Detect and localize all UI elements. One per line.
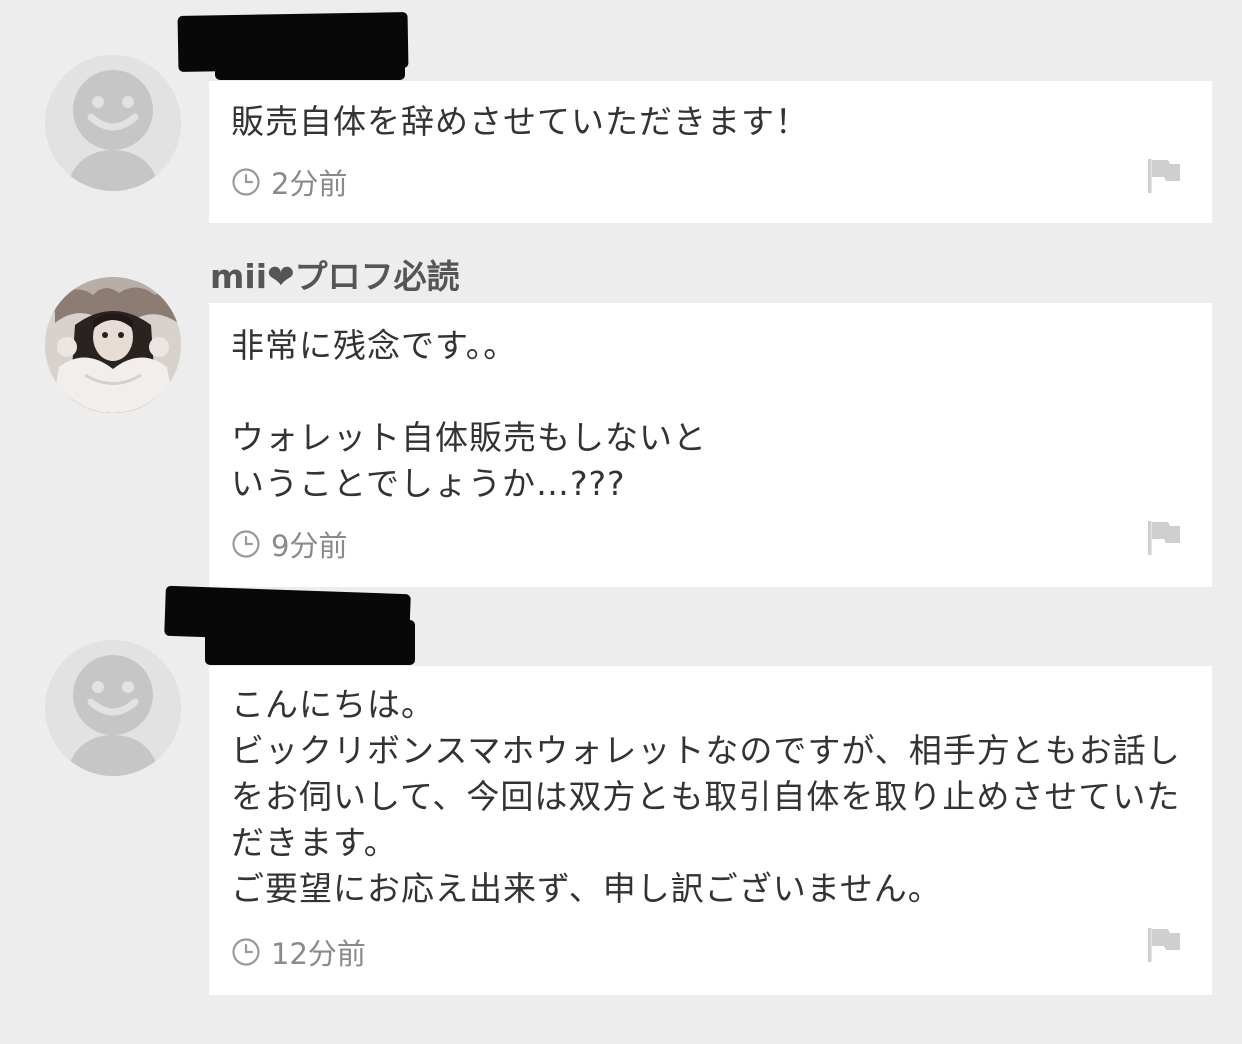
comment-bubble: 販売自体を辞めさせていただきます！ 2分前 (209, 81, 1212, 223)
comment-bubble: 非常に残念です。。 ウォレット自体販売もしないと いうことでしょうか…??? 9… (209, 303, 1212, 587)
comment-item: mii❤︎プロフ必読 非常に残念です。。 ウォレット自体販売もしないと いうこと… (0, 230, 1242, 590)
comment-item: こんにちは。 ビックリボンスマホウォレットなのですが、相手方ともお話しをお伺いし… (0, 585, 1242, 1044)
flag-icon[interactable] (1146, 157, 1182, 195)
flag-icon[interactable] (1146, 519, 1182, 557)
comment-text: 非常に残念です。。 ウォレット自体販売もしないと いうことでしょうか…??? (231, 326, 707, 503)
redacted-username-overlap (205, 620, 415, 665)
comment-text: 販売自体を辞めさせていただきます！ (231, 102, 809, 141)
comment-time: 2分前 (271, 167, 348, 201)
flag-icon[interactable] (1146, 926, 1182, 964)
default-avatar-icon[interactable] (45, 55, 181, 191)
comment-time: 12分前 (271, 937, 366, 971)
clock-icon (232, 168, 260, 196)
user-avatar[interactable] (45, 277, 181, 413)
default-avatar-icon[interactable] (45, 640, 181, 776)
comment-meta: 12分前 (231, 935, 366, 971)
redacted-username-overlap (215, 40, 405, 80)
clock-icon (232, 530, 260, 558)
comment-time: 9分前 (271, 529, 348, 563)
comment-bubble: こんにちは。 ビックリボンスマホウォレットなのですが、相手方ともお話しをお伺いし… (209, 666, 1212, 995)
comment-meta: 9分前 (231, 527, 347, 563)
comment-meta: 2分前 (231, 165, 347, 201)
comment-item: 販売自体を辞めさせていただきます！ 2分前 (0, 0, 1242, 230)
clock-icon (232, 938, 260, 966)
comment-username[interactable]: mii❤︎プロフ必読 (210, 250, 460, 298)
comment-text: こんにちは。 ビックリボンスマホウォレットなのですが、相手方ともお話しをお伺いし… (231, 685, 1181, 908)
